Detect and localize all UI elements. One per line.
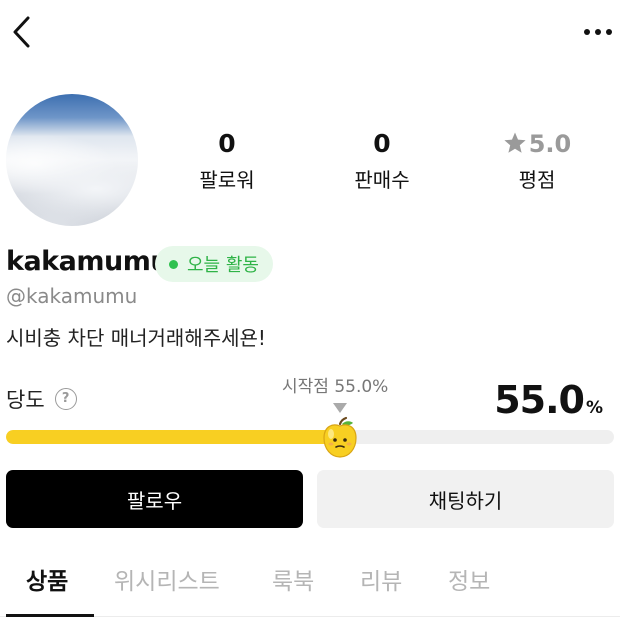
avatar[interactable] [6,94,138,226]
tab-info[interactable]: 정보 [448,562,490,596]
sweetness-label-row: 당도 ? [6,384,77,414]
stat-rating[interactable]: 5.0 평점 [477,128,597,194]
active-badge-label: 오늘 활동 [187,255,259,276]
sales-label: 판매수 [354,168,410,192]
more-options-button[interactable] [578,18,618,48]
rating-row: 5.0 [477,128,597,160]
bio-text: 시비충 차단 매너거래해주세욘! [6,326,266,350]
sweetness-progress-fill [6,430,341,444]
tab-lookbook[interactable]: 룩북 [272,562,314,596]
tab-wishlist[interactable]: 위시리스트 [114,562,220,596]
follow-button[interactable]: 팔로우 [6,470,303,528]
sweetness-progress-bar [6,430,614,444]
sweetness-label: 당도 [6,388,45,412]
more-horizontal-icon [584,29,612,35]
tab-products[interactable]: 상품 [26,562,68,596]
help-circle-icon[interactable]: ? [54,388,77,410]
star-icon [503,131,527,163]
sweetness-unit: % [585,398,603,418]
back-button[interactable] [6,10,42,54]
sweetness-value: 55.0% [494,378,603,422]
stat-followers[interactable]: 0 팔로워 [167,128,287,194]
chat-button[interactable]: 채팅하기 [317,470,614,528]
tab-reviews[interactable]: 리뷰 [360,562,402,596]
user-handle: @kakamumu [6,284,138,308]
start-point-label: 시작점 55.0% [282,377,389,397]
tab-active-indicator [6,614,94,617]
sales-count: 0 [373,129,391,158]
followers-label: 팔로워 [199,168,255,192]
sweetness-number: 55.0 [494,378,585,422]
chevron-left-icon [13,16,30,48]
username: kakamumu [6,246,170,277]
start-point-marker-icon [333,403,347,413]
followers-count: 0 [218,129,236,158]
rating-label: 평점 [518,168,556,192]
active-dot-icon [169,259,178,269]
apple-character-icon [318,416,362,460]
stat-sales[interactable]: 0 판매수 [322,128,442,194]
active-badge: 오늘 활동 [155,246,273,282]
rating-value: 5.0 [528,130,572,158]
